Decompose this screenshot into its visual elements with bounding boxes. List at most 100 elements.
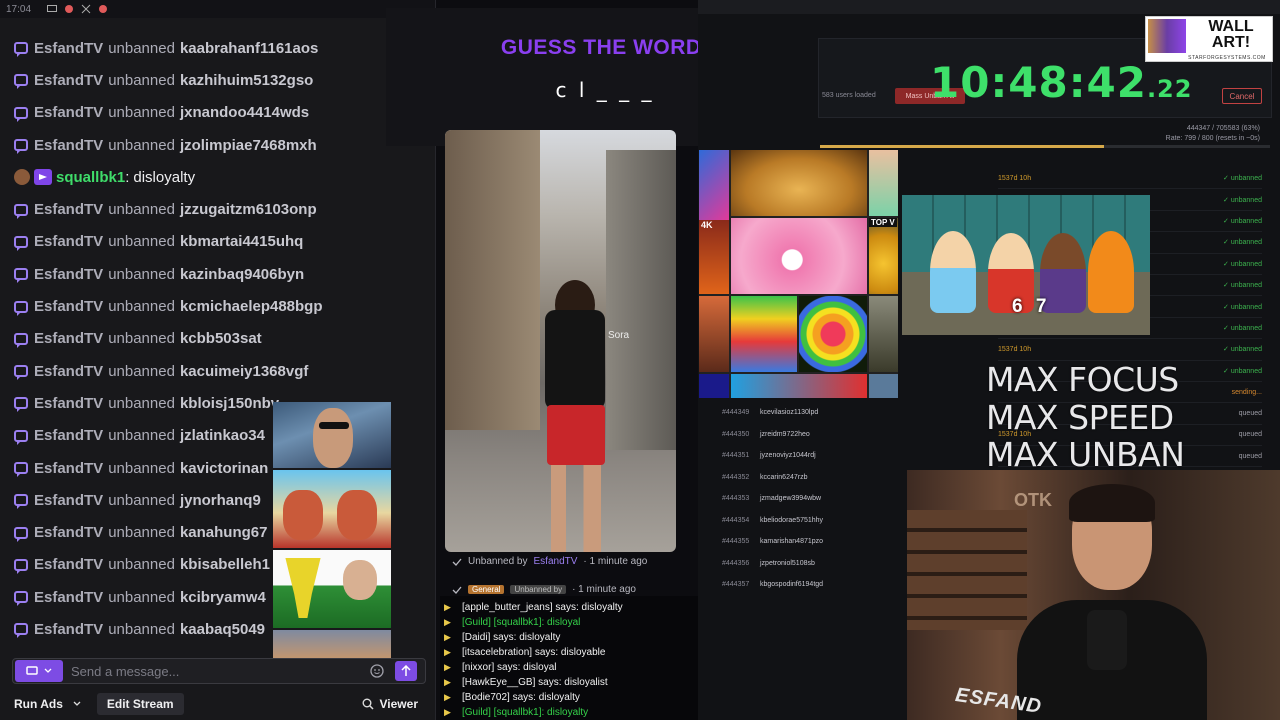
progress-text: 444347 / 705583 (63%) Rate: 799 / 800 (r… [1166, 124, 1260, 144]
run-ads-button[interactable]: Run Ads [4, 693, 91, 715]
unban-notice-2: General Unbanned by · 1 minute ago [452, 584, 636, 595]
mod-action-icon [14, 591, 28, 607]
action-text: unbanned [108, 588, 175, 606]
ban-age: 1537d 10h [998, 174, 1032, 182]
moderator-name[interactable]: EsfandTV [34, 492, 103, 509]
moderator-name[interactable]: EsfandTV [34, 589, 103, 606]
moderator-name[interactable]: EsfandTV [34, 395, 103, 412]
send-button[interactable] [395, 661, 417, 681]
queue-id: #444352 [722, 473, 750, 481]
moderator-name[interactable]: EsfandTV [34, 330, 103, 347]
target-username[interactable]: kaabrahanf1161aos [180, 40, 318, 57]
moderator-name[interactable]: EsfandTV [34, 201, 103, 218]
chat-message: EsfandTV unbanned jxnandoo4414wds [0, 97, 436, 129]
game-chat-line: ▶ [apple_butter_jeans] says: disloyalty [444, 600, 623, 614]
stream-timer: 10:48:42.22 [930, 58, 1192, 107]
max-slogan: MAX FOCUS MAX SPEED MAX UNBAN [986, 360, 1196, 474]
viewer-button[interactable]: Viewer [352, 693, 428, 715]
speaker-icon: ▶ [444, 632, 451, 642]
mod-action-icon [14, 429, 28, 445]
moderator-name[interactable]: EsfandTV [34, 298, 103, 315]
cancel-button[interactable]: Cancel [1222, 88, 1262, 104]
avatar[interactable] [14, 169, 30, 186]
status-check: ✓ [1223, 196, 1231, 204]
target-username[interactable]: jxnandoo4414wds [180, 104, 309, 121]
video-watermark: Sora [608, 330, 630, 341]
target-username[interactable]: kavictorinan [180, 460, 268, 477]
mod-action-icon [14, 365, 28, 381]
chip-time: · 1 minute ago [572, 584, 636, 595]
game-chat-text: [nixxor] says: disloyal [462, 661, 557, 673]
target-username[interactable]: kaabaq5049 [180, 621, 265, 638]
target-username[interactable]: kcbb503sat [180, 330, 262, 347]
status-check: ✓ [1223, 260, 1231, 268]
status-check: ✓ [1223, 324, 1231, 332]
timer-main: 10:48:42 [930, 58, 1147, 107]
chat-message: EsfandTV unbanned kcmichaelep488bgp [0, 290, 436, 322]
target-username[interactable]: kbloisj150nbv [180, 395, 279, 412]
status-check: ✓ [1223, 175, 1231, 183]
thumbnail-street [273, 630, 391, 658]
max-line: MAX FOCUS [986, 360, 1179, 399]
chatter-username[interactable]: squallbk1 [56, 169, 125, 186]
target-username[interactable]: kazinbaq9406byn [180, 266, 304, 283]
target-username[interactable]: jzzugaitzm6103onp [180, 201, 317, 218]
target-username[interactable]: kcmichaelep488bgp [180, 298, 323, 315]
moderator-name[interactable]: EsfandTV [34, 524, 103, 541]
target-username[interactable]: jynorhanq9 [180, 492, 261, 509]
moderator-name[interactable]: EsfandTV [34, 266, 103, 283]
target-username[interactable]: kazhihuim5132gso [180, 72, 313, 89]
action-text: unbanned [108, 136, 175, 154]
check-icon [452, 558, 462, 566]
chip-secondary: Unbanned by [510, 585, 567, 594]
mod-action-icon [14, 462, 28, 477]
moderator-name[interactable]: EsfandTV [34, 460, 103, 477]
moderator-name[interactable]: EsfandTV [34, 104, 103, 121]
label-top: TOP V [869, 218, 897, 227]
target-username[interactable]: kacuimeiy1368vgf [180, 363, 308, 380]
chat-mode-button[interactable] [15, 660, 63, 682]
moderator-name[interactable]: EsfandTV [34, 137, 103, 154]
unban-moderator-link[interactable]: EsfandTV [534, 556, 578, 567]
emoji-icon[interactable] [367, 661, 387, 681]
moderator-name[interactable]: EsfandTV [34, 72, 103, 89]
colon: : [125, 168, 130, 186]
target-username[interactable]: kcibryamw4 [180, 589, 266, 606]
popout-icon[interactable] [81, 4, 91, 14]
status-label: ✓ unbanned [1223, 174, 1262, 182]
user-icon[interactable] [65, 5, 74, 13]
video-player[interactable]: Sora [445, 130, 676, 552]
moderator-name[interactable]: EsfandTV [34, 363, 103, 380]
status-label: ✓ unbanned [1223, 345, 1262, 353]
moderator-name[interactable]: EsfandTV [34, 556, 103, 573]
status-label: ✓ unbanned [1223, 217, 1262, 225]
chat-message: EsfandTV unbanned kcbb503sat [0, 323, 436, 355]
logo-word-1: WALL [1208, 18, 1254, 35]
status-check: ✓ [1223, 367, 1231, 375]
moderator-name[interactable]: EsfandTV [34, 233, 103, 250]
status-check: ✓ [1223, 346, 1231, 354]
message-input[interactable]: Send a message... [71, 664, 367, 679]
target-username[interactable]: kbmartai4415uhq [180, 233, 303, 250]
user-icon-2[interactable] [99, 5, 108, 13]
speaker-icon: ▶ [444, 677, 451, 687]
logo-subtitle: STARFORGESYSTEMS.COM [1188, 55, 1266, 61]
game-chat-text: [Bodie702] says: disloyalty [462, 691, 580, 703]
target-username[interactable]: kbisabelleh1 [180, 556, 270, 573]
game-chat-line: ▶ [Daidi] says: disloyalty [444, 630, 560, 644]
moderator-name[interactable]: EsfandTV [34, 427, 103, 444]
game-chat-text: [HawkEye__GB] says: disloyalist [462, 676, 608, 688]
edit-stream-button[interactable]: Edit Stream [96, 693, 184, 715]
game-chat-line: ▶ [Guild] [squallbk1]: disloyalty [444, 705, 588, 719]
target-username[interactable]: jzolimpiae7468mxh [180, 137, 317, 154]
sponsor-logo: WALL ART! STARFORGESYSTEMS.COM [1145, 16, 1273, 62]
moderator-name[interactable]: EsfandTV [34, 40, 103, 57]
target-username[interactable]: kanahung67 [180, 524, 268, 541]
chat-bubble-icon[interactable] [47, 4, 58, 14]
status-check: ✓ [1223, 239, 1231, 247]
target-username[interactable]: jzlatinkao34 [180, 427, 265, 444]
moderator-name[interactable]: EsfandTV [34, 621, 103, 638]
action-text: unbanned [108, 524, 175, 542]
mod-action-icon [14, 300, 28, 316]
dancer [533, 280, 623, 552]
